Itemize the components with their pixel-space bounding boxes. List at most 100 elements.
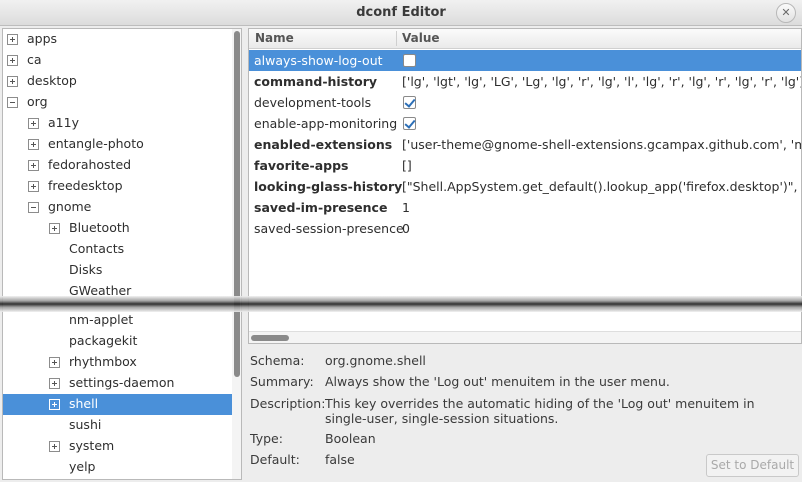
table-row[interactable]: development-tools <box>249 92 801 113</box>
key-value[interactable]: [] <box>402 158 412 173</box>
tree-scrollbar-thumb[interactable] <box>234 31 240 377</box>
tree-item-label: entangle-photo <box>48 136 144 151</box>
description-value: This key overrides the automatic hiding … <box>325 396 755 426</box>
expand-icon[interactable] <box>49 223 60 234</box>
name-column-header[interactable]: Name <box>255 31 294 45</box>
key-value[interactable]: ['lg', 'lgt', 'lg', 'LG', 'Lg', 'lg', 'r… <box>402 74 801 89</box>
key-name: development-tools <box>254 95 372 110</box>
tree-item-label: nm-applet <box>69 312 134 327</box>
tree-item-label: packagekit <box>69 333 138 348</box>
tree-item-label: Contacts <box>69 241 125 256</box>
key-name: always-show-log-out <box>254 53 383 68</box>
tree-item-label: system <box>69 438 115 453</box>
collapse-icon[interactable] <box>7 97 18 108</box>
close-icon[interactable]: ✕ <box>776 3 796 23</box>
tree-item[interactable]: ca <box>3 50 232 71</box>
key-name: enable-app-monitoring <box>254 116 398 131</box>
table-header: Name Value <box>249 29 801 49</box>
tree-item-label: Disks <box>69 262 103 277</box>
tree-item[interactable]: packagekit <box>3 331 232 352</box>
table-hscrollbar[interactable] <box>249 331 801 343</box>
table-row[interactable]: looking-glass-history ["Shell.AppSystem.g… <box>249 176 801 197</box>
key-value[interactable]: 0 <box>402 221 410 236</box>
schema-value: org.gnome.shell <box>325 353 426 368</box>
tree-item[interactable]: fedorahosted <box>3 155 232 176</box>
title-bar: dconf Editor ✕ <box>0 0 802 26</box>
key-value-checkbox[interactable] <box>403 54 416 67</box>
tree-item-label: a11y <box>48 115 79 130</box>
expand-icon[interactable] <box>7 34 18 45</box>
tree-item[interactable]: apps <box>3 29 232 50</box>
expand-icon[interactable] <box>49 441 60 452</box>
tree-item[interactable]: nm-applet <box>3 310 232 331</box>
tree-item-label: rhythmbox <box>69 354 137 369</box>
tree-item-label: org <box>27 94 48 109</box>
tree-item[interactable]: system <box>3 436 232 457</box>
screenshot-tear-divider <box>0 296 802 312</box>
schema-tree[interactable]: apps ca desktop org a11y entangle-photo fedora… <box>2 28 242 480</box>
key-name: command-history <box>254 74 378 89</box>
tree-item-label: freedesktop <box>48 178 123 193</box>
key-name: saved-im-presence <box>254 200 388 215</box>
expand-icon[interactable] <box>49 378 60 389</box>
table-row[interactable]: saved-session-presence 0 <box>249 218 801 239</box>
table-hscrollbar-thumb[interactable] <box>251 335 289 341</box>
tree-item[interactable]: Disks <box>3 260 232 281</box>
expand-icon[interactable] <box>49 399 60 410</box>
tree-item[interactable]: a11y <box>3 113 232 134</box>
tree-item[interactable]: settings-daemon <box>3 373 232 394</box>
description-label: Description: <box>250 396 326 411</box>
key-name: enabled-extensions <box>254 137 393 152</box>
key-value[interactable]: 1 <box>402 200 410 215</box>
table-row[interactable]: always-show-log-out <box>249 50 801 71</box>
tree-item[interactable]: Contacts <box>3 239 232 260</box>
table-row[interactable]: saved-im-presence 1 <box>249 197 801 218</box>
tree-item[interactable]: Bluetooth <box>3 218 232 239</box>
tree-item[interactable]: org <box>3 92 232 113</box>
expand-icon[interactable] <box>28 118 39 129</box>
tree-item[interactable]: sushi <box>3 415 232 436</box>
expand-icon[interactable] <box>28 181 39 192</box>
schema-label: Schema: <box>250 353 305 368</box>
expand-icon[interactable] <box>28 139 39 150</box>
tree-item[interactable]: rhythmbox <box>3 352 232 373</box>
expand-icon[interactable] <box>7 76 18 87</box>
expand-icon[interactable] <box>49 357 60 368</box>
summary-value: Always show the 'Log out' menuitem in th… <box>325 374 670 389</box>
key-name: looking-glass-history <box>254 179 403 194</box>
collapse-icon[interactable] <box>28 202 39 213</box>
key-name: saved-session-presence <box>254 221 404 236</box>
tree-item[interactable]: shell <box>3 394 232 415</box>
key-value[interactable]: ['user-theme@gnome-shell-extensions.gcam… <box>402 137 801 152</box>
tree-item-label: yelp <box>69 459 96 474</box>
table-row[interactable]: favorite-apps [] <box>249 155 801 176</box>
summary-label: Summary: <box>250 374 314 389</box>
expand-icon[interactable] <box>28 160 39 171</box>
tree-item-label: shell <box>69 396 99 411</box>
expand-icon[interactable] <box>7 55 18 66</box>
tree-item[interactable]: entangle-photo <box>3 134 232 155</box>
tree-scrollbar[interactable] <box>232 29 241 479</box>
table-row[interactable]: command-history ['lg', 'lgt', 'lg', 'LG',… <box>249 71 801 92</box>
tree-item-label: settings-daemon <box>69 375 175 390</box>
tree-item[interactable]: yelp <box>3 457 232 478</box>
tree-item-label: ca <box>27 52 42 67</box>
default-label: Default: <box>250 452 300 467</box>
key-value-checkbox[interactable] <box>403 96 416 109</box>
type-value: Boolean <box>325 431 376 446</box>
table-row[interactable]: enabled-extensions ['user-theme@gnome-she… <box>249 134 801 155</box>
window-title: dconf Editor <box>356 5 446 20</box>
key-name: favorite-apps <box>254 158 349 173</box>
tree-item[interactable]: desktop <box>3 71 232 92</box>
tree-item-label: apps <box>27 31 58 46</box>
key-value-checkbox[interactable] <box>403 117 416 130</box>
table-row[interactable]: enable-app-monitoring <box>249 113 801 134</box>
tree-item[interactable]: gnome <box>3 197 232 218</box>
column-separator <box>396 31 397 46</box>
key-value[interactable]: ["Shell.AppSystem.get_default().lookup_a… <box>402 179 801 194</box>
type-label: Type: <box>250 431 283 446</box>
value-column-header[interactable]: Value <box>402 31 440 45</box>
set-to-default-button[interactable]: Set to Default <box>706 454 799 477</box>
tree-item-label: gnome <box>48 199 92 214</box>
tree-item[interactable]: freedesktop <box>3 176 232 197</box>
